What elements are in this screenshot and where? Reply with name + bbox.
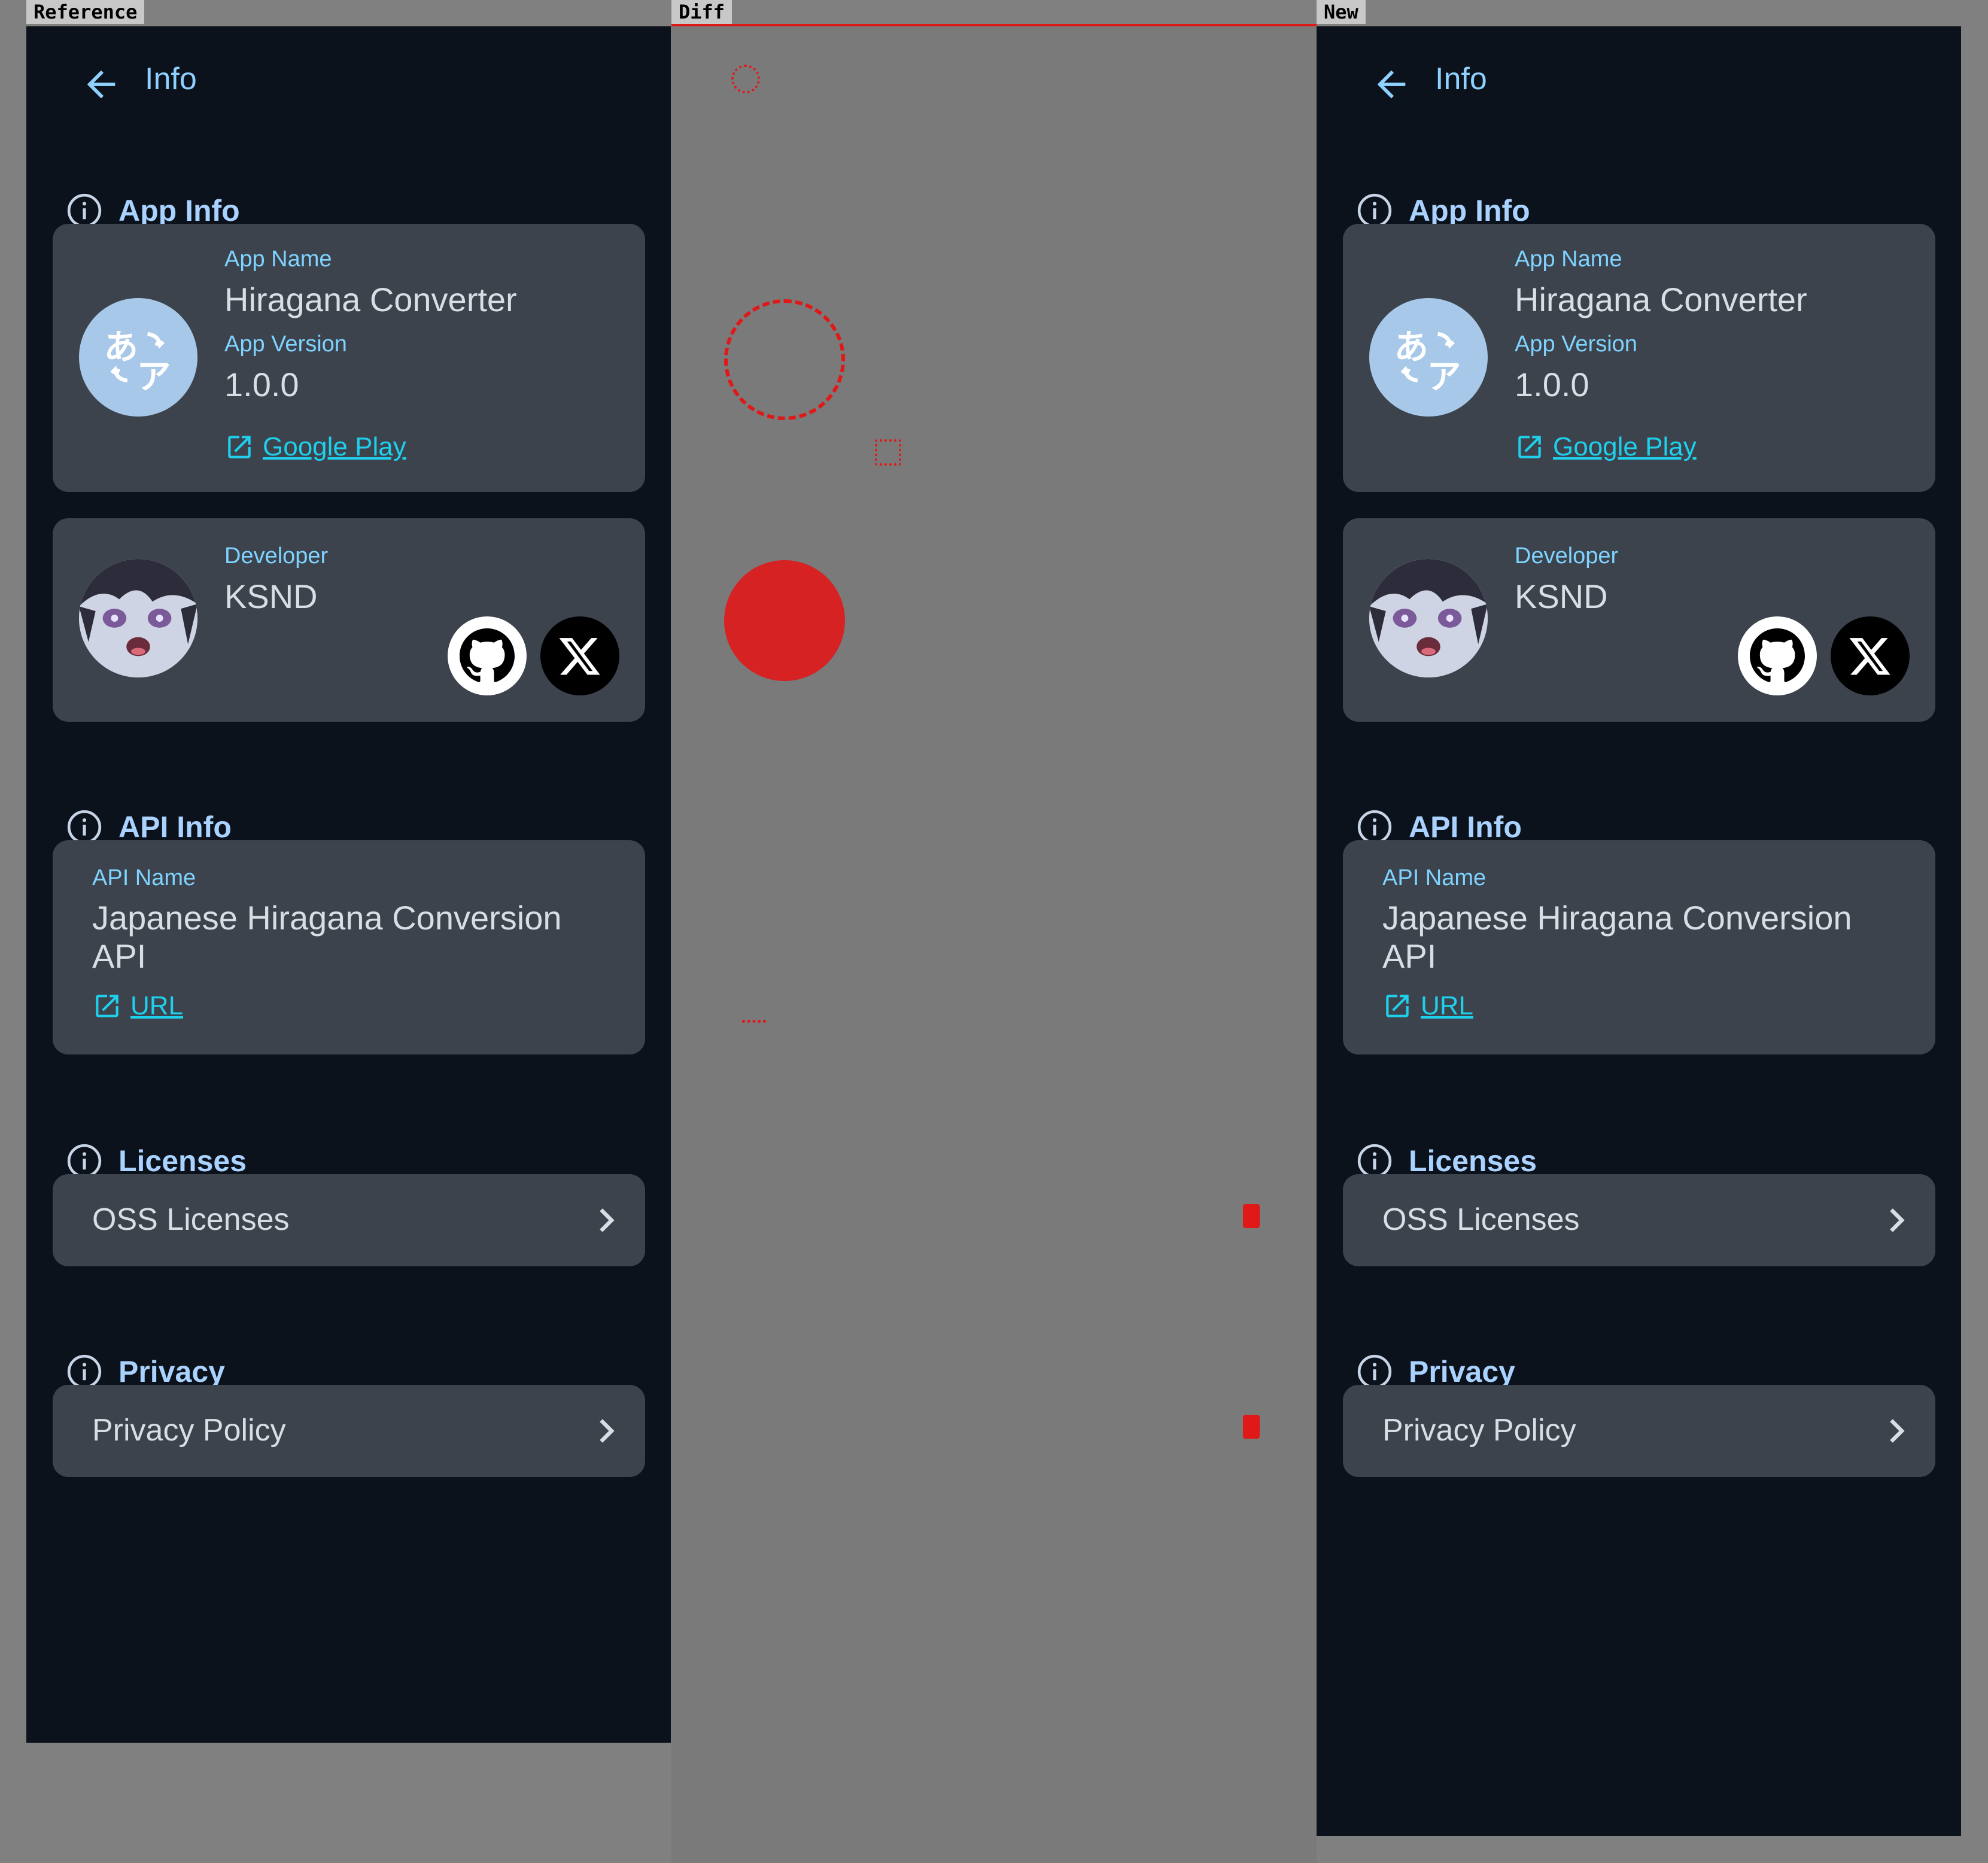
- developer-name: KSND: [1515, 578, 1608, 615]
- section-title-licenses: Licenses: [118, 1144, 247, 1178]
- app-version-label: App Version: [1515, 332, 1637, 357]
- api-url-link-text: URL: [130, 991, 184, 1020]
- chevron-right-icon: [600, 1208, 615, 1232]
- diff-mark-back: [731, 65, 760, 93]
- new-screen: Info App Info あ ア App Name Hiragana Conv…: [1317, 26, 1961, 1836]
- api-name: Japanese Hiragana Conversion API: [92, 899, 562, 975]
- app-icon: あ ア: [79, 298, 197, 417]
- developer-avatar-image: [1369, 559, 1488, 677]
- oss-licenses-row[interactable]: OSS Licenses: [53, 1174, 645, 1266]
- privacy-policy-row[interactable]: Privacy Policy: [53, 1385, 645, 1477]
- diff-mark-app-avatar: [724, 299, 845, 420]
- diff-mark-chevron-privacy: [1243, 1415, 1260, 1439]
- kana-convert-icon: あ ア: [1394, 328, 1461, 396]
- google-play-link[interactable]: Google Play: [1515, 432, 1697, 462]
- api-url-link[interactable]: URL: [1382, 991, 1473, 1021]
- app-name-label: App Name: [1515, 247, 1622, 272]
- developer-card: Developer KSND: [53, 518, 645, 722]
- top-app-bar: Info: [1317, 26, 1961, 128]
- page-title: Info: [145, 62, 197, 96]
- google-play-link-text: Google Play: [263, 432, 406, 461]
- developer-avatar-image: [79, 559, 197, 677]
- external-link-icon: [1386, 995, 1409, 1017]
- page-title: Info: [1435, 62, 1487, 96]
- app-version: 1.0.0: [1515, 366, 1589, 403]
- x-button[interactable]: [1831, 616, 1910, 695]
- google-play-link[interactable]: Google Play: [224, 432, 406, 462]
- app-name-label: App Name: [224, 247, 332, 272]
- strip-label-diff: Diff: [671, 0, 732, 24]
- strip-label-new: New: [1317, 0, 1366, 24]
- api-info-card: API Name Japanese Hiragana Conversion AP…: [53, 840, 645, 1054]
- github-icon: [460, 628, 515, 682]
- external-link-icon: [228, 436, 251, 458]
- diff-mark-url: [742, 1002, 766, 1023]
- section-title-app-info: App Info: [1409, 194, 1530, 227]
- section-title-api-info: API Info: [118, 810, 232, 844]
- x-icon: [559, 638, 600, 675]
- svg-text:ア: ア: [1427, 357, 1461, 396]
- developer-card: Developer KSND: [1343, 518, 1935, 722]
- app-info-card: あ ア App Name Hiragana Converter App Vers…: [1343, 224, 1935, 492]
- app-name: Hiragana Converter: [1515, 281, 1807, 318]
- app-name: Hiragana Converter: [224, 281, 517, 318]
- oss-licenses-label: OSS Licenses: [92, 1202, 290, 1237]
- github-button[interactable]: [448, 616, 527, 695]
- oss-licenses-label: OSS Licenses: [1382, 1202, 1580, 1237]
- diff-mark-link: [875, 439, 901, 466]
- svg-text:ア: ア: [136, 357, 171, 396]
- api-name: Japanese Hiragana Conversion API: [1382, 899, 1852, 975]
- api-info-card: API Name Japanese Hiragana Conversion AP…: [1343, 840, 1935, 1054]
- api-url-link[interactable]: URL: [92, 991, 183, 1021]
- developer-avatar: [79, 559, 197, 677]
- reference-screen: Info App Info あ ア App Name Hiragana Conv…: [26, 26, 671, 1743]
- developer-avatar: [1369, 559, 1488, 677]
- section-title-licenses: Licenses: [1409, 1144, 1537, 1178]
- google-play-link-text: Google Play: [1553, 432, 1697, 461]
- github-icon: [1750, 628, 1805, 682]
- developer-label: Developer: [1515, 543, 1619, 569]
- chevron-right-icon: [1890, 1208, 1905, 1232]
- privacy-policy-label: Privacy Policy: [92, 1413, 286, 1448]
- section-title-privacy: Privacy: [118, 1355, 225, 1388]
- x-button[interactable]: [540, 616, 619, 695]
- svg-text:あ: あ: [1394, 328, 1428, 367]
- api-url-link-text: URL: [1421, 991, 1474, 1020]
- svg-text:あ: あ: [104, 328, 138, 367]
- app-version: 1.0.0: [224, 366, 299, 403]
- api-name-label: API Name: [1382, 865, 1487, 891]
- back-arrow-icon[interactable]: [80, 63, 122, 105]
- chevron-right-icon: [600, 1419, 615, 1443]
- privacy-policy-label: Privacy Policy: [1382, 1413, 1576, 1448]
- diff-mark-dev-avatar: [724, 560, 845, 681]
- kana-convert-icon: あ ア: [104, 328, 171, 396]
- diff-mark-chevron-licenses: [1243, 1204, 1260, 1228]
- diff-panel: [671, 26, 1317, 1863]
- developer-label: Developer: [224, 543, 329, 569]
- external-link-icon: [1518, 436, 1541, 458]
- api-name-label: API Name: [92, 865, 196, 891]
- strip-label-reference: Reference: [26, 0, 145, 24]
- app-version-label: App Version: [224, 332, 347, 357]
- github-button[interactable]: [1738, 616, 1817, 695]
- app-info-card: あ ア App Name Hiragana Converter App Vers…: [53, 224, 645, 492]
- section-title-app-info: App Info: [118, 194, 240, 227]
- x-icon: [1849, 638, 1890, 675]
- privacy-policy-row[interactable]: Privacy Policy: [1343, 1385, 1935, 1477]
- app-icon: あ ア: [1369, 298, 1488, 417]
- section-title-privacy: Privacy: [1409, 1355, 1515, 1388]
- back-arrow-icon[interactable]: [1370, 63, 1412, 105]
- developer-name: KSND: [224, 578, 318, 615]
- oss-licenses-row[interactable]: OSS Licenses: [1343, 1174, 1935, 1266]
- external-link-icon: [96, 995, 118, 1017]
- chevron-right-icon: [1890, 1419, 1905, 1443]
- section-title-api-info: API Info: [1409, 810, 1522, 844]
- top-app-bar: Info: [26, 26, 671, 128]
